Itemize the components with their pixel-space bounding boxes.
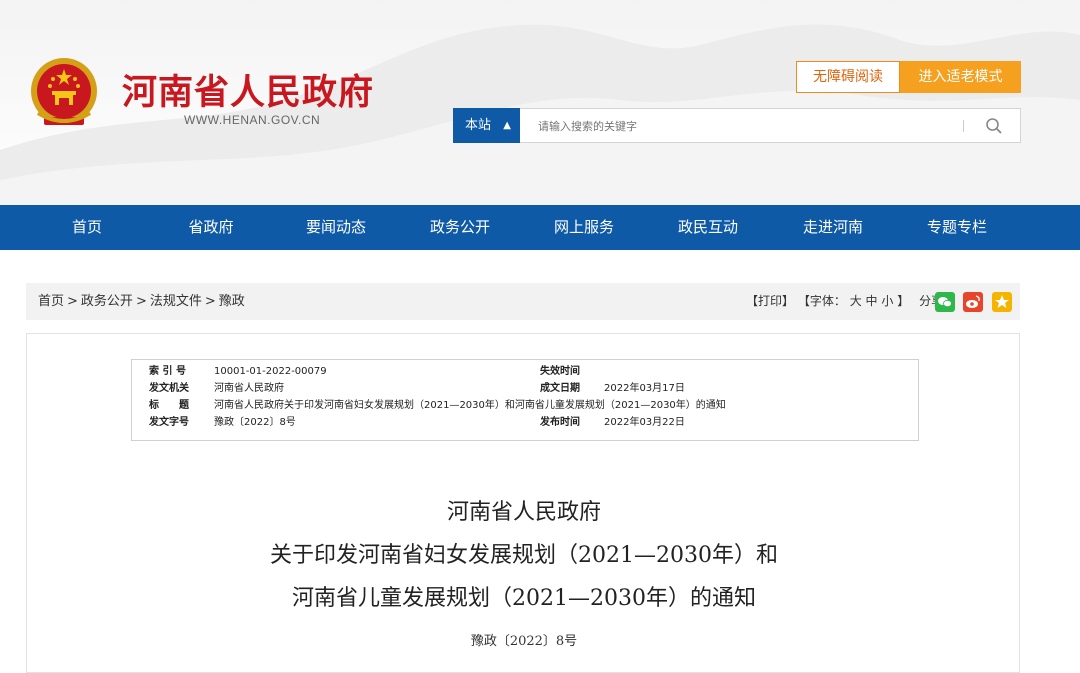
issuer-value: 河南省人民政府 bbox=[214, 383, 284, 394]
index-number-value: 10001-01-2022-00079 bbox=[214, 366, 327, 377]
font-size-end: 】 bbox=[897, 294, 910, 308]
breadcrumb: 首页 > 政务公开 > 法规文件 > 豫政 bbox=[38, 283, 245, 320]
nav-item-home[interactable]: 首页 bbox=[37, 205, 137, 250]
site-url: WWW.HENAN.GOV.CN bbox=[184, 113, 321, 127]
breadcrumb-separator: > bbox=[135, 294, 147, 309]
site-header: 河南省人民政府 WWW.HENAN.GOV.CN 无障碍阅读 进入适老模式 本站… bbox=[0, 0, 1080, 205]
font-medium-link[interactable]: 中 bbox=[866, 294, 878, 308]
created-date-value: 2022年03月17日 bbox=[604, 383, 685, 394]
doc-number-label: 发文字号 bbox=[149, 417, 189, 428]
expiry-time-label: 失效时间 bbox=[540, 366, 580, 377]
nav-item-provincial-gov[interactable]: 省政府 bbox=[161, 205, 261, 250]
issuer-label: 发文机关 bbox=[149, 383, 189, 394]
search-icon[interactable] bbox=[984, 116, 1004, 136]
print-link[interactable]: 【打印】 bbox=[746, 294, 794, 308]
meta-row: 发文字号 豫政〔2022〕8号 发布时间 2022年03月22日 bbox=[132, 414, 920, 431]
nav-item-special-topics[interactable]: 专题专栏 bbox=[907, 205, 1007, 250]
document-title-line-1: 河南省人民政府 bbox=[446, 500, 601, 525]
doc-number-value: 豫政〔2022〕8号 bbox=[214, 417, 296, 428]
breadcrumb-home[interactable]: 首页 bbox=[38, 294, 64, 309]
font-large-link[interactable]: 大 bbox=[850, 294, 862, 308]
document-metadata-table: 索 引 号 10001-01-2022-00079 失效时间 发文机关 河南省人… bbox=[131, 359, 919, 441]
breadcrumb-separator: > bbox=[67, 294, 78, 309]
wechat-icon[interactable] bbox=[935, 292, 955, 312]
search-input[interactable] bbox=[538, 118, 938, 134]
search-divider bbox=[963, 120, 964, 132]
title-value: 河南省人民政府关于印发河南省妇女发展规划（2021—2030年）和河南省儿童发展… bbox=[214, 400, 726, 411]
title-label: 标 题 bbox=[149, 400, 189, 411]
index-number-label: 索 引 号 bbox=[149, 366, 186, 377]
nav-item-news[interactable]: 要闻动态 bbox=[286, 205, 386, 250]
breadcrumb-separator: > bbox=[204, 294, 216, 309]
nav-item-online-services[interactable]: 网上服务 bbox=[534, 205, 634, 250]
page-tools: 【打印】 【字体： 大 中 小 】 分享： bbox=[746, 283, 955, 320]
accessibility-reading-button[interactable]: 无障碍阅读 bbox=[796, 61, 900, 93]
published-time-value: 2022年03月22日 bbox=[604, 417, 685, 428]
national-emblem-icon bbox=[31, 58, 97, 125]
search-bar: 本站 ▲ bbox=[453, 108, 1021, 143]
search-scope-select[interactable]: 本站 ▲ bbox=[453, 108, 520, 143]
document-number: 豫政〔2022〕8号 bbox=[470, 634, 578, 649]
main-nav: 首页 省政府 要闻动态 政务公开 网上服务 政民互动 走进河南 专题专栏 bbox=[0, 205, 1080, 250]
elder-mode-button[interactable]: 进入适老模式 bbox=[900, 61, 1021, 93]
meta-row: 发文机关 河南省人民政府 成文日期 2022年03月17日 bbox=[132, 380, 920, 397]
site-title[interactable]: 河南省人民政府 bbox=[122, 64, 374, 115]
weibo-icon[interactable] bbox=[963, 292, 983, 312]
search-scope-label: 本站 bbox=[465, 118, 492, 133]
nav-item-about-henan[interactable]: 走进河南 bbox=[783, 205, 883, 250]
breadcrumb-gov-affairs[interactable]: 政务公开 bbox=[81, 294, 133, 309]
document-title-line-3: 河南省儿童发展规划（2021—2030年）的通知 bbox=[292, 586, 756, 611]
meta-row: 索 引 号 10001-01-2022-00079 失效时间 bbox=[132, 363, 920, 380]
favorite-star-icon[interactable] bbox=[992, 292, 1012, 312]
document-title-line-2: 关于印发河南省妇女发展规划（2021—2030年）和 bbox=[270, 543, 778, 568]
font-size-label: 【字体： bbox=[797, 294, 846, 308]
created-date-label: 成文日期 bbox=[540, 383, 580, 394]
article-container: 索 引 号 10001-01-2022-00079 失效时间 发文机关 河南省人… bbox=[26, 333, 1020, 673]
published-time-label: 发布时间 bbox=[540, 417, 580, 428]
breadcrumb-regulations[interactable]: 法规文件 bbox=[150, 294, 202, 309]
nav-item-gov-affairs[interactable]: 政务公开 bbox=[410, 205, 510, 250]
font-small-link[interactable]: 小 bbox=[881, 294, 893, 308]
updown-arrows-icon: ▲ bbox=[503, 120, 511, 131]
breadcrumb-bar: 首页>政务公开>法规文件>豫政 【打印】 【字体： 大 中 小 】 分享： bbox=[26, 283, 1020, 320]
meta-row: 标 题 河南省人民政府关于印发河南省妇女发展规划（2021—2030年）和河南省… bbox=[132, 397, 920, 414]
breadcrumb-yuzheng[interactable]: 豫政 bbox=[219, 294, 245, 309]
nav-item-interaction[interactable]: 政民互动 bbox=[658, 205, 758, 250]
